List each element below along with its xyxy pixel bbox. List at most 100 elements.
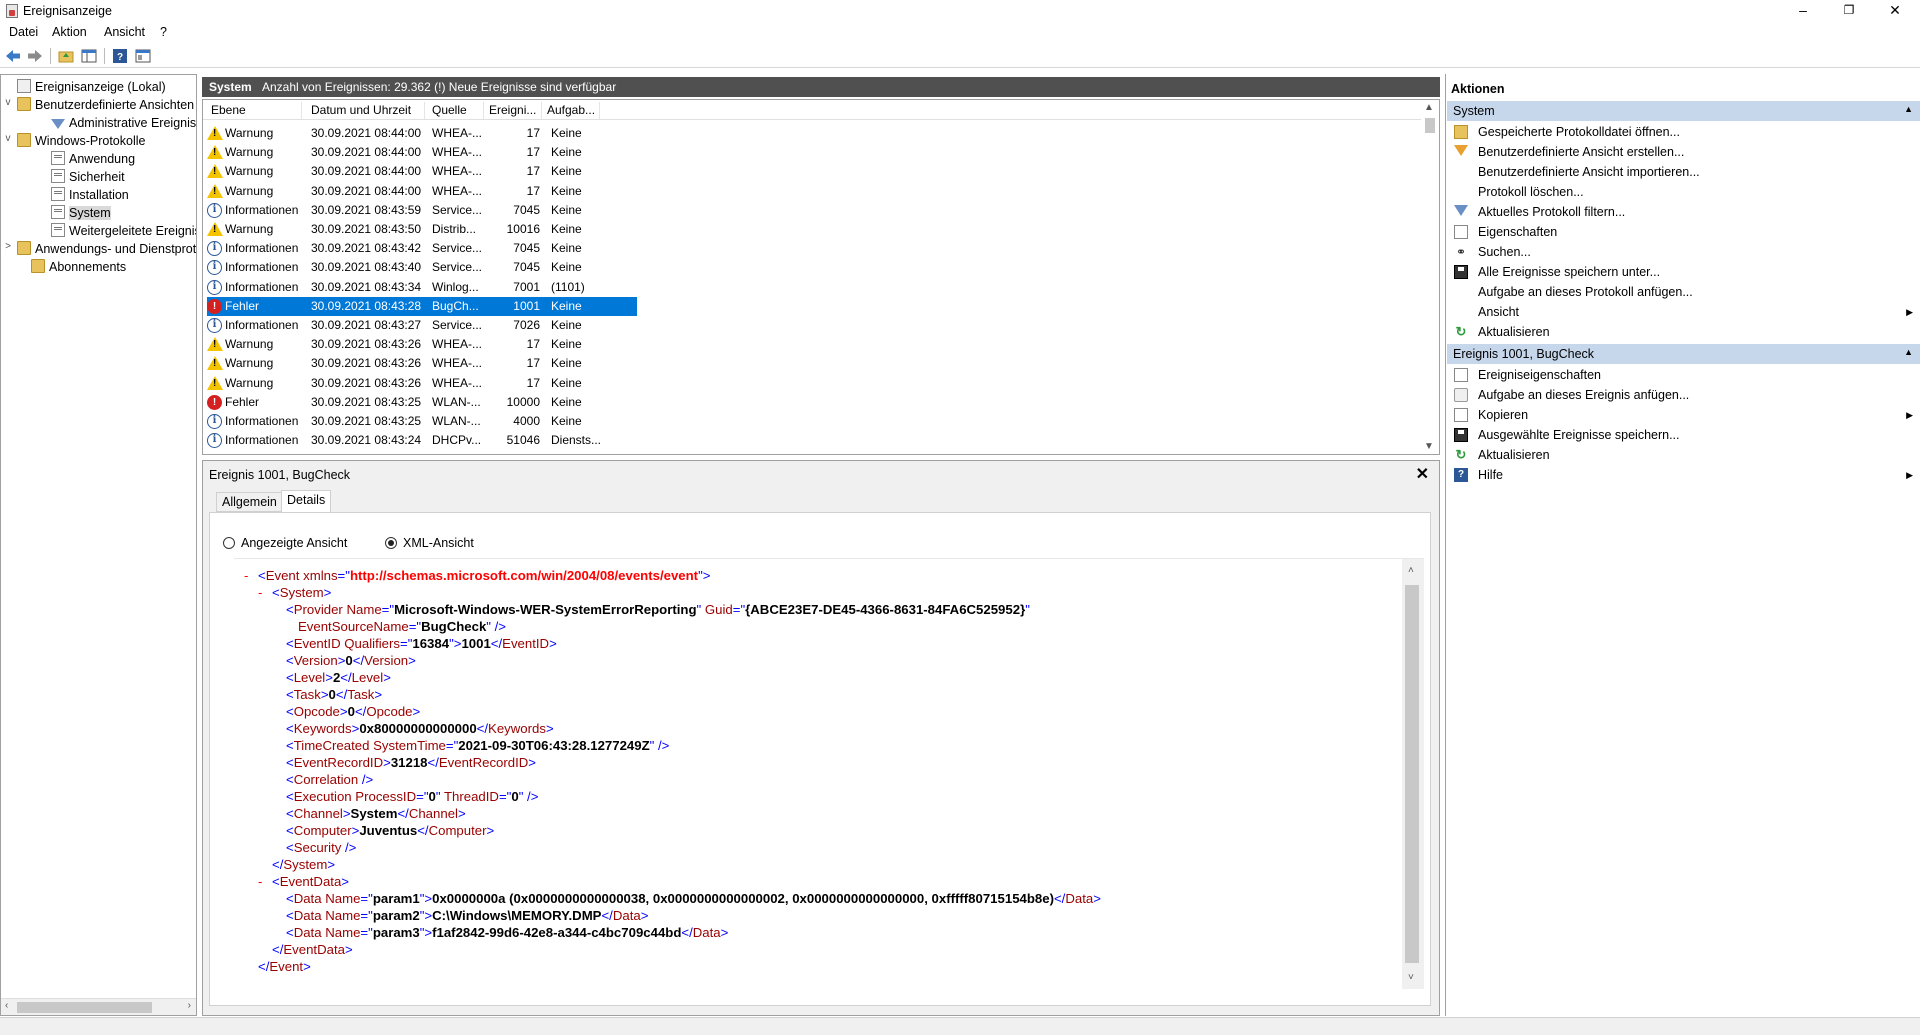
events-vertical-scrollbar[interactable]: ▲ ▼	[1421, 100, 1439, 454]
tree-item[interactable]: Abonnements	[31, 258, 126, 276]
scrollbar-thumb[interactable]	[17, 1002, 152, 1013]
xml-vertical-scrollbar[interactable]: ˄ ˅	[1402, 559, 1424, 989]
action-item[interactable]: Aufgabe an dieses Protokoll anfügen...	[1447, 282, 1920, 302]
action-item[interactable]: ↻ Aktualisieren	[1447, 322, 1920, 342]
show-hide-tree-icon[interactable]	[80, 47, 98, 65]
scroll-down-icon[interactable]: ▼	[1424, 441, 1434, 452]
collapse-up-icon[interactable]: ▲	[1904, 347, 1913, 357]
table-row[interactable]: Warnung 30.09.2021 08:43:26 WHEA-... 17 Kein…	[207, 335, 637, 354]
collapse-toggle[interactable]: -	[258, 873, 262, 890]
table-row[interactable]: ! Fehler 30.09.2021 08:43:25 WLAN-... 10000 K…	[207, 393, 637, 412]
action-item[interactable]: ? Hilfe ▶	[1447, 465, 1920, 485]
tree-item-label: Installation	[69, 188, 129, 202]
table-row[interactable]: Warnung 30.09.2021 08:43:26 WHEA-... 17 Kein…	[207, 374, 637, 393]
table-row[interactable]: Warnung 30.09.2021 08:44:00 WHEA-... 17 Kein…	[207, 124, 637, 143]
table-row[interactable]: Warnung 30.09.2021 08:44:00 WHEA-... 17 Kein…	[207, 162, 637, 181]
tree-item-label: System	[69, 206, 111, 220]
column-source[interactable]: Quelle	[432, 103, 467, 117]
table-row[interactable]: i Informationen 30.09.2021 08:43:24 DHCPv..…	[207, 431, 637, 450]
menu-datei[interactable]: Datei	[9, 25, 38, 39]
back-arrow-icon[interactable]	[4, 47, 22, 65]
scroll-up-icon[interactable]: ˄	[1408, 565, 1414, 576]
expand-right-icon[interactable]: >	[3, 241, 13, 252]
save-icon	[1454, 265, 1468, 279]
menu-ansicht[interactable]: Ansicht	[104, 25, 145, 39]
table-row[interactable]: Warnung 30.09.2021 08:43:50 Distrib... 1001…	[207, 220, 637, 239]
tree-item[interactable]: Anwendung	[51, 150, 135, 168]
cell-id: 10016	[506, 222, 540, 236]
table-row[interactable]: i Informationen 30.09.2021 08:43:27 Service…	[207, 316, 637, 335]
action-item[interactable]: Ereigniseigenschaften	[1447, 365, 1920, 385]
tree-item[interactable]: Sicherheit	[51, 168, 125, 186]
table-row[interactable]: i Informationen 30.09.2021 08:43:34 Winlog.…	[207, 278, 637, 297]
up-folder-icon[interactable]	[57, 47, 75, 65]
action-item[interactable]: ↻ Aktualisieren	[1447, 445, 1920, 465]
column-event-id[interactable]: Ereigni...	[489, 103, 536, 117]
tree-item[interactable]: Windows-Protokolle	[17, 132, 145, 150]
table-row[interactable]: ! Fehler 30.09.2021 08:43:28 BugCh... 1001 Ke…	[207, 296, 637, 316]
collapse-toggle[interactable]: -	[244, 567, 248, 584]
tree-item[interactable]: Ereignisanzeige (Lokal)	[17, 78, 166, 96]
column-task[interactable]: Aufgab...	[547, 103, 595, 117]
tree-item[interactable]: Administrative Ereignisse	[51, 114, 196, 132]
actions-section-system[interactable]: System ▲	[1447, 101, 1920, 121]
table-row[interactable]: i Informationen 30.09.2021 08:43:40 Service…	[207, 258, 637, 277]
collapse-up-icon[interactable]: ▲	[1904, 104, 1913, 114]
action-item[interactable]: Aktuelles Protokoll filtern...	[1447, 202, 1920, 222]
scrollbar-thumb[interactable]	[1405, 585, 1419, 963]
action-label: Benutzerdefinierte Ansicht erstellen...	[1478, 145, 1685, 159]
action-item[interactable]: Ansicht ▶	[1447, 302, 1920, 322]
expand-down-icon[interactable]: v	[3, 97, 13, 108]
action-item[interactable]: Benutzerdefinierte Ansicht erstellen...	[1447, 142, 1920, 162]
table-row[interactable]: i Informationen 30.09.2021 08:43:59 Service…	[207, 201, 637, 220]
table-row[interactable]: i Informationen 30.09.2021 08:43:42 Service…	[207, 239, 637, 258]
table-row[interactable]: i Informationen 30.09.2021 08:43:25 WLAN-..…	[207, 412, 637, 431]
scroll-up-icon[interactable]: ▲	[1424, 102, 1434, 113]
tree-item[interactable]: Weitergeleitete Ereignisse	[51, 222, 196, 240]
detail-close-icon[interactable]: ✕	[1416, 464, 1429, 484]
action-item[interactable]: Protokoll löschen...	[1447, 182, 1920, 202]
action-item[interactable]: Kopieren ▶	[1447, 405, 1920, 425]
expand-down-icon[interactable]: v	[3, 133, 13, 144]
action-item[interactable]: ⚭ Suchen...	[1447, 242, 1920, 262]
restore-button[interactable]: ❐	[1826, 0, 1872, 22]
table-row[interactable]: Warnung 30.09.2021 08:44:00 WHEA-... 17 Kein…	[207, 182, 637, 201]
action-item[interactable]: Gespeicherte Protokolldatei öffnen...	[1447, 122, 1920, 142]
collapse-toggle[interactable]: -	[258, 584, 262, 601]
menu-help[interactable]: ?	[160, 25, 167, 39]
close-button[interactable]: ✕	[1872, 0, 1918, 22]
radio-friendly-view[interactable]: Angezeigte Ansicht	[223, 535, 347, 551]
table-row[interactable]: Warnung 30.09.2021 08:43:26 WHEA-... 17 Kein…	[207, 354, 637, 373]
actions-title: Aktionen	[1451, 82, 1505, 96]
action-item[interactable]: Benutzerdefinierte Ansicht importieren..…	[1447, 162, 1920, 182]
column-level[interactable]: Ebene	[211, 103, 246, 117]
properties-icon[interactable]	[134, 47, 152, 65]
radio-xml-view[interactable]: XML-Ansicht	[385, 535, 474, 551]
tree-item[interactable]: Anwendungs- und Dienstprotokolle	[17, 240, 196, 258]
tree-horizontal-scrollbar[interactable]: ‹ ›	[1, 998, 196, 1015]
radio-button[interactable]	[223, 537, 235, 549]
table-row[interactable]: Warnung 30.09.2021 08:44:00 WHEA-... 17 Kein…	[207, 143, 637, 162]
tree-item[interactable]: Benutzerdefinierte Ansichten	[17, 96, 194, 114]
action-item[interactable]: Aufgabe an dieses Ereignis anfügen...	[1447, 385, 1920, 405]
action-item[interactable]: Ausgewählte Ereignisse speichern...	[1447, 425, 1920, 445]
menu-aktion[interactable]: Aktion	[52, 25, 87, 39]
cell-level: Warnung	[225, 356, 274, 371]
forward-arrow-icon[interactable]	[26, 47, 44, 65]
log-icon	[51, 151, 65, 165]
cell-task: Keine	[551, 241, 582, 256]
action-item[interactable]: Alle Ereignisse speichern unter...	[1447, 262, 1920, 282]
help-icon[interactable]: ?	[111, 47, 129, 65]
radio-button-selected[interactable]	[385, 537, 397, 549]
scrollbar-thumb[interactable]	[1425, 118, 1435, 133]
cell-id: 51046	[506, 433, 540, 448]
action-item[interactable]: Eigenschaften	[1447, 222, 1920, 242]
tab-allgemein[interactable]: Allgemein	[216, 492, 283, 512]
minimize-button[interactable]: –	[1780, 0, 1826, 22]
column-date[interactable]: Datum und Uhrzeit	[311, 103, 411, 117]
tree-item[interactable]: Installation	[51, 186, 129, 204]
scroll-down-icon[interactable]: ˅	[1408, 972, 1414, 983]
tree-item[interactable]: System	[51, 204, 111, 222]
tab-details[interactable]: Details	[281, 490, 332, 513]
actions-section-event[interactable]: Ereignis 1001, BugCheck ▲	[1447, 344, 1920, 364]
